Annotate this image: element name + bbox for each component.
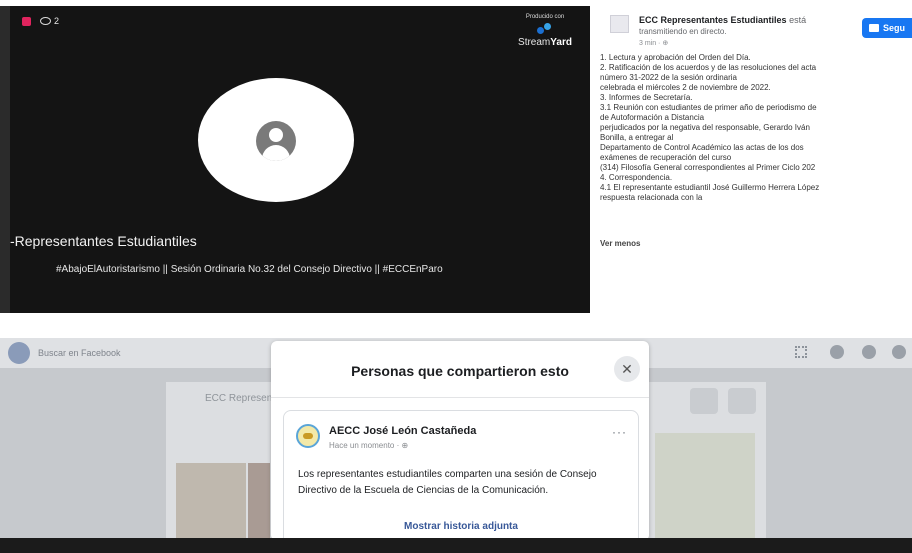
post-line: perjudicados por la negativa del respons…	[600, 123, 810, 132]
close-icon[interactable]: ✕	[614, 356, 640, 382]
post-line: número 31-2022 de la sesión ordinaria	[600, 73, 737, 82]
page-avatar[interactable]	[610, 15, 629, 33]
status-inline: está	[789, 15, 807, 25]
post-line: exámenes de recuperación del curso	[600, 153, 732, 162]
shares-dialog: Personas que compartieron esto ✕ AECC Jo…	[271, 341, 649, 538]
post-line: Departamento de Control Académico las ac…	[600, 143, 804, 152]
follow-button[interactable]: Segu	[862, 18, 912, 38]
streamyard-logo-icon	[537, 23, 553, 35]
share-time: Hace un momento · ⊕	[329, 441, 409, 450]
post-line: 4. Correspondencia.	[600, 173, 673, 182]
post-line: 3.1 Reunión con estudiantes de primer añ…	[600, 103, 817, 112]
notifications-icon[interactable]	[862, 345, 876, 359]
post-line: 3. Informes de Secretaría.	[600, 93, 693, 102]
divider	[271, 397, 649, 398]
participant-placeholder	[198, 78, 354, 202]
page-name[interactable]: ECC Representantes Estudiantiles está	[639, 15, 806, 25]
live-video[interactable]: 2 Producido con StreamYard -Representant…	[10, 6, 590, 313]
streamyard-watermark: Producido con StreamYard	[510, 14, 580, 48]
globe-icon: ⊕	[401, 441, 409, 450]
more-options-icon[interactable]	[728, 388, 756, 414]
post-line: 1. Lectura y aprobación del Orden del Dí…	[600, 53, 751, 62]
streamyard-name: StreamYard	[518, 37, 572, 48]
search-icon[interactable]	[690, 388, 718, 414]
post-status: transmitiendo en directo.	[639, 27, 727, 36]
background-thumbnail	[176, 463, 246, 538]
post-line: 4.1 El representante estudiantil José Gu…	[600, 183, 820, 192]
background-thumbnail	[248, 463, 270, 538]
video-edge	[0, 6, 10, 313]
person-icon	[256, 121, 296, 161]
post-line: 2. Ratificación de los acuerdos y de las…	[600, 63, 817, 72]
post-time: 3 min · ⊕	[639, 40, 669, 47]
share-text: Los representantes estudiantiles compart…	[298, 469, 597, 496]
taskbar	[0, 538, 912, 553]
facebook-logo-icon[interactable]	[8, 342, 30, 364]
background-page-name: ECC Represen	[205, 393, 273, 404]
share-author[interactable]: AECC José León Castañeda	[329, 425, 476, 437]
post-line: celebrada el miércoles 2 de noviembre de…	[600, 83, 771, 92]
live-stream-panel: 2 Producido con StreamYard -Representant…	[0, 0, 912, 338]
viewer-count-value: 2	[54, 16, 60, 26]
show-attached-story-link[interactable]: Mostrar historia adjunta	[284, 521, 638, 532]
post-line: de Autoformación a Distancia	[600, 113, 705, 122]
stream-title: -Representantes Estudiantiles	[10, 233, 197, 249]
live-indicator-icon	[22, 17, 31, 26]
see-less-link[interactable]: Ver menos	[600, 239, 640, 248]
post-line: respuesta relacionada con la	[600, 193, 703, 202]
eye-icon	[40, 17, 51, 25]
messenger-icon[interactable]	[830, 345, 844, 359]
menu-grid-icon[interactable]	[795, 346, 807, 358]
profile-avatar-icon[interactable]	[892, 345, 906, 359]
viewer-count: 2	[40, 16, 59, 26]
stream-ticker: #AbajoElAutoristarismo || Sesión Ordinar…	[56, 264, 443, 275]
background-thumbnail	[655, 433, 755, 538]
globe-icon: ⊕	[662, 40, 669, 47]
search-input[interactable]: Buscar en Facebook	[38, 344, 168, 362]
post-body: 1. Lectura y aprobación del Orden del Dí…	[600, 53, 912, 203]
more-options-button[interactable]: ···	[612, 425, 627, 439]
post-line: (314) Filosofía General correspondientes…	[600, 163, 816, 172]
produced-with-label: Producido con	[525, 14, 565, 20]
follow-icon	[869, 24, 879, 32]
live-post: ECC Representantes Estudiantiles está tr…	[591, 6, 912, 272]
avatar[interactable]	[296, 424, 320, 448]
facebook-window: Buscar en Facebook ECC Represen Personas…	[0, 338, 912, 538]
dialog-title: Personas que compartieron esto	[351, 363, 569, 379]
post-line: Bonilla, a entregar al	[600, 133, 674, 142]
share-entry: AECC José León Castañeda Hace un momento…	[283, 410, 639, 538]
